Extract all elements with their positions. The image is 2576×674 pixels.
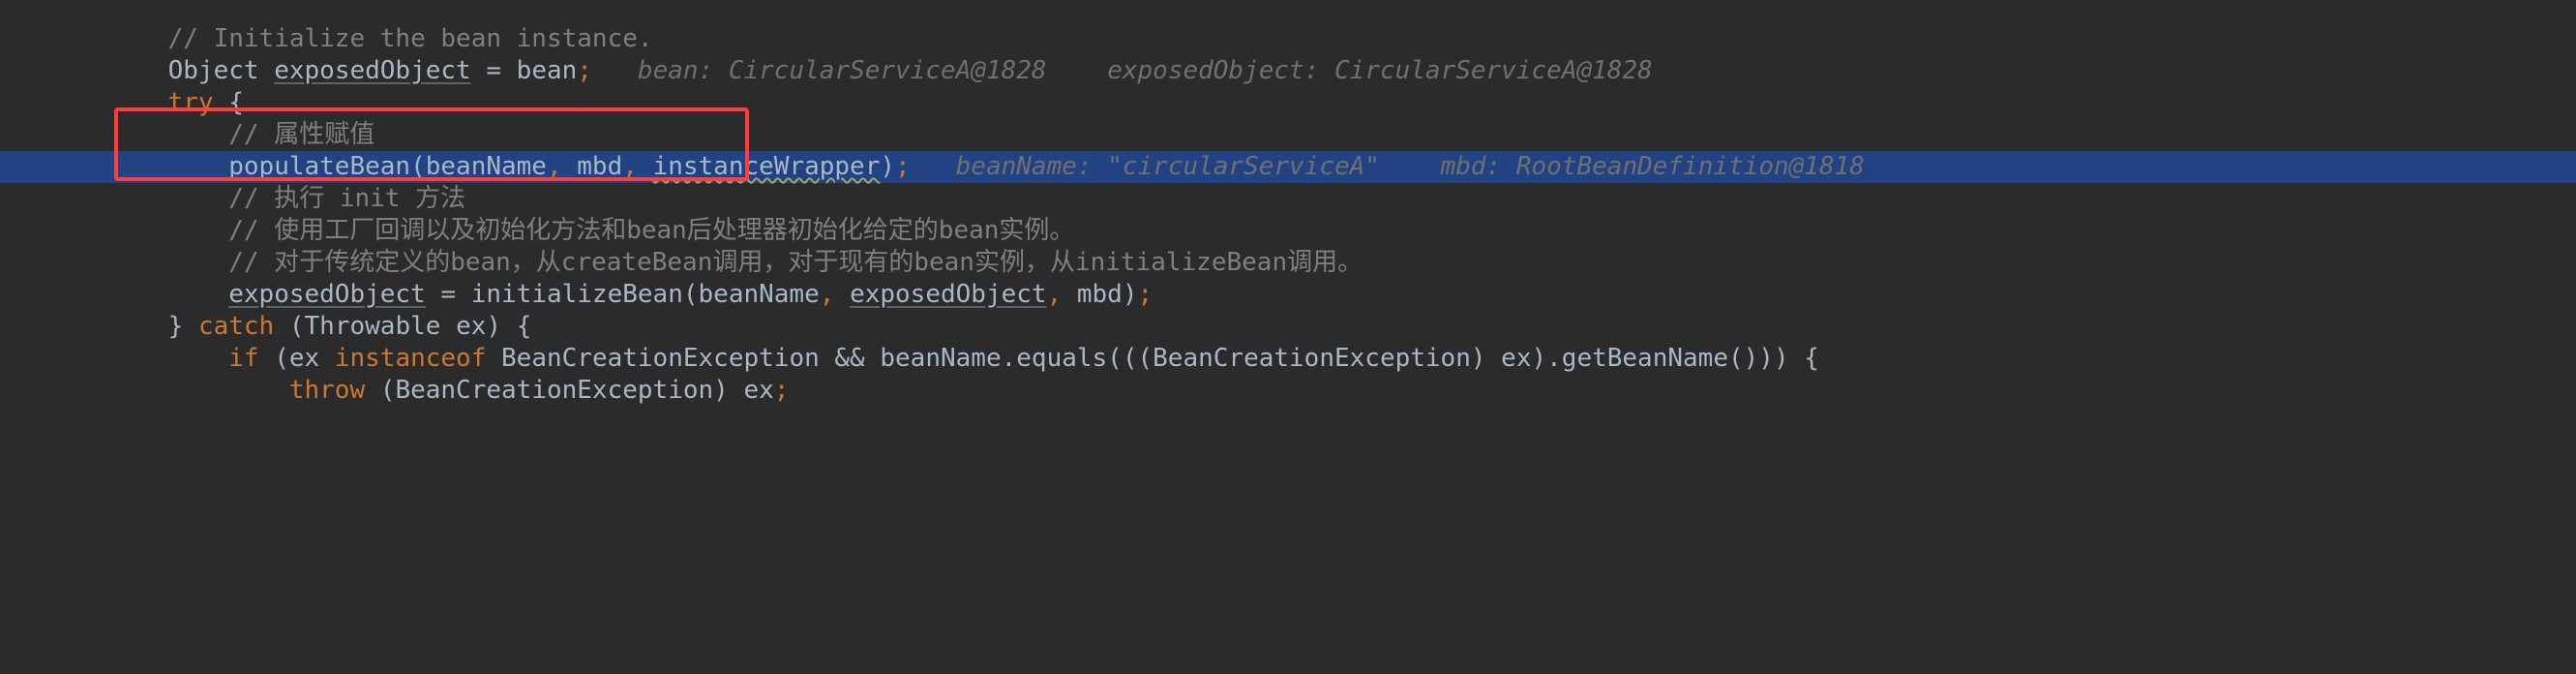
type-object: Object [168, 56, 275, 85]
inlay-value: CircularServiceA@1828 [729, 56, 1047, 85]
code: } catch (Throwable ex) { [107, 311, 2576, 343]
code-line[interactable]: try { [0, 87, 2576, 119]
arg-mbd: mbd [577, 152, 622, 181]
comment: // Initialize the bean instance. [168, 24, 653, 53]
arg-mbd: mbd [1077, 280, 1123, 309]
code: // Initialize the bean instance. [107, 23, 2576, 55]
type-throwable: Throwable [305, 312, 457, 341]
code: // 属性赋值 [107, 119, 2576, 151]
comment: // 对于传统定义的bean，从createBean调用，对于现有的bean实例… [228, 248, 1363, 277]
code: // 使用工厂回调以及初始化方法和bean后处理器初始化给定的bean实例。 [107, 215, 2576, 247]
code-editor[interactable]: // Initialize the bean instance. Object … [0, 0, 2576, 407]
code-line[interactable]: exposedObject = initializeBean(beanName,… [0, 279, 2576, 311]
var-bean: bean [517, 56, 578, 85]
code: exposedObject = initializeBean(beanName,… [107, 279, 2576, 311]
code-line[interactable]: // 执行 init 方法 [0, 183, 2576, 215]
inlay-hint: mbd: [1441, 152, 1516, 181]
code-line[interactable]: throw (BeanCreationException) ex; [0, 375, 2576, 407]
inlay-hint: beanName: [956, 152, 1108, 181]
inlay-value: "circularServiceA" [1107, 152, 1380, 181]
inlay-hint: bean: [638, 56, 729, 85]
code: try { [107, 87, 2576, 119]
code-line[interactable]: // Initialize the bean instance. [0, 23, 2576, 55]
code: populateBean(beanName, mbd, instanceWrap… [107, 151, 2576, 183]
var-exposedObject: exposedObject [228, 280, 426, 309]
kw-if: if [228, 344, 258, 373]
code-line[interactable]: if (ex instanceof BeanCreationException … [0, 343, 2576, 375]
comment: // 属性赋值 [228, 120, 374, 149]
code: Object exposedObject = bean; bean: Circu… [107, 55, 2576, 87]
kw-try: try [168, 88, 214, 117]
arg-instanceWrapper: instanceWrapper [653, 152, 881, 181]
current-execution-line[interactable]: populateBean(beanName, mbd, instanceWrap… [0, 151, 2576, 183]
inlay-value: CircularServiceA@1828 [1334, 56, 1653, 85]
arg-exposedObject: exposedObject [850, 280, 1047, 309]
var-beanName: beanName [880, 344, 1001, 373]
arg-beanName: beanName [426, 152, 547, 181]
inlay-hint: exposedObject: [1107, 56, 1334, 85]
arg-beanName: beanName [699, 280, 820, 309]
code-line[interactable]: // 属性赋值 [0, 119, 2576, 151]
var-ex: ex [456, 312, 486, 341]
code: throw (BeanCreationException) ex; [107, 375, 2576, 407]
code-line[interactable]: // 对于传统定义的bean，从createBean调用，对于现有的bean实例… [0, 247, 2576, 279]
kw-catch: catch [198, 312, 274, 341]
code-line[interactable]: // 使用工厂回调以及初始化方法和bean后处理器初始化给定的bean实例。 [0, 215, 2576, 247]
call-populateBean: populateBean [228, 152, 410, 181]
inlay-value: RootBeanDefinition@1818 [1516, 152, 1865, 181]
code-line[interactable]: } catch (Throwable ex) { [0, 311, 2576, 343]
kw-instanceof: instanceof [335, 344, 487, 373]
call-initializeBean: initializeBean [471, 280, 683, 309]
comment: // 执行 init 方法 [228, 184, 465, 213]
var-exposedObject: exposedObject [274, 56, 471, 85]
comment: // 使用工厂回调以及初始化方法和bean后处理器初始化给定的bean实例。 [228, 216, 1074, 245]
kw-throw: throw [289, 376, 365, 405]
code: if (ex instanceof BeanCreationException … [107, 343, 2576, 375]
code: // 对于传统定义的bean，从createBean调用，对于现有的bean实例… [107, 247, 2576, 279]
code-line[interactable]: Object exposedObject = bean; bean: Circu… [0, 55, 2576, 87]
code: // 执行 init 方法 [107, 183, 2576, 215]
